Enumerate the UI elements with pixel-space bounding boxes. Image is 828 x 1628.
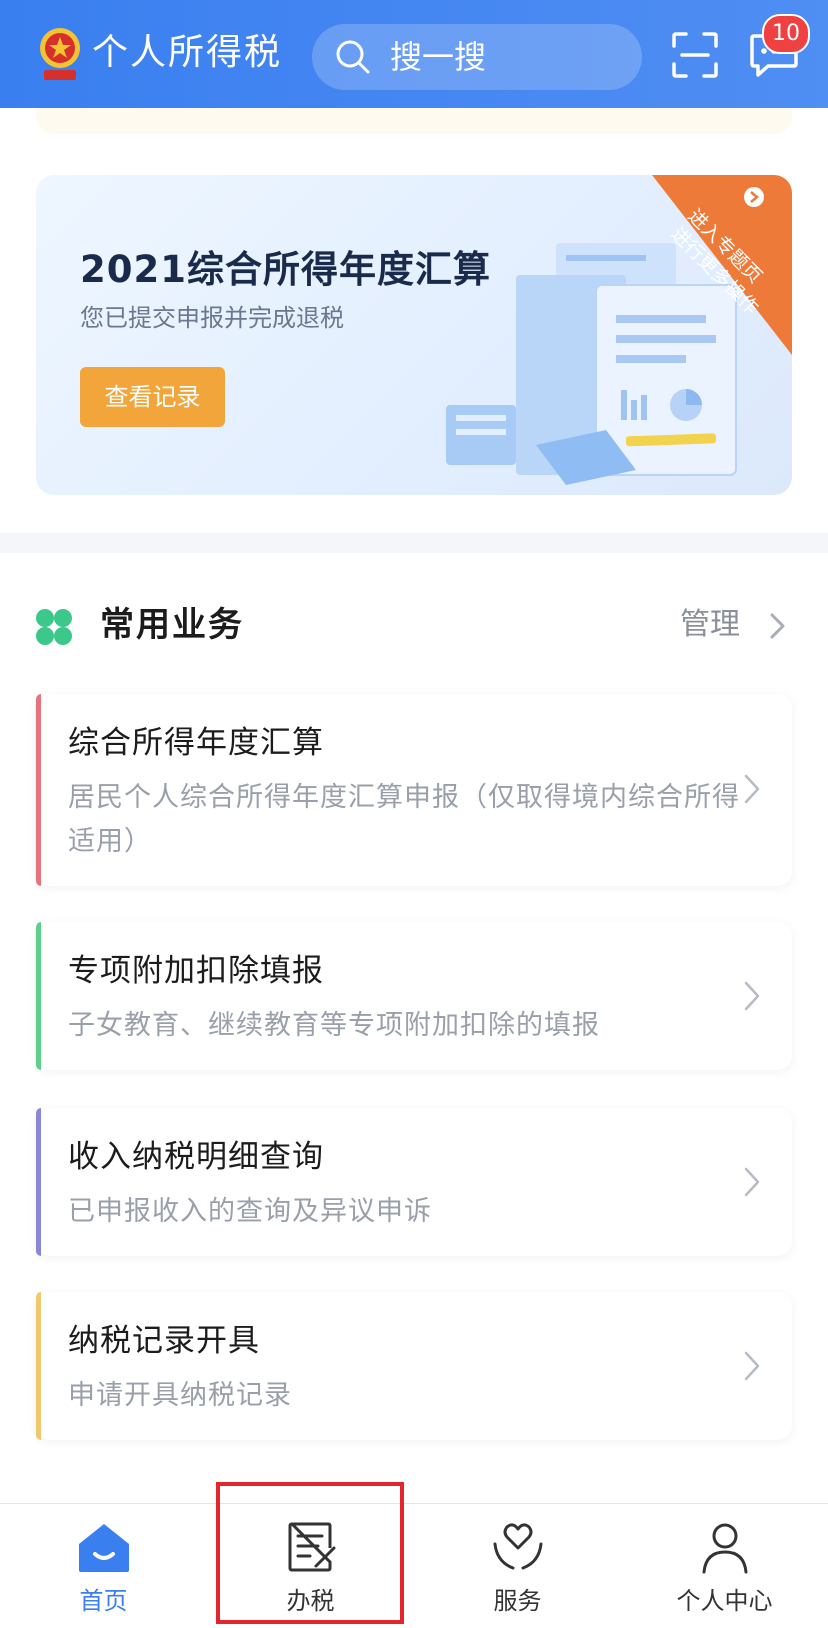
clover-icon [36, 609, 72, 645]
banner-subtitle: 您已提交申报并完成退税 [80, 304, 344, 332]
chevron-right-icon[interactable] [768, 612, 788, 640]
tab-services[interactable]: 服务 [414, 1504, 621, 1628]
service-card-annual-settlement[interactable]: 综合所得年度汇算 居民个人综合所得年度汇算申报（仅取得境内综合所得适用） [36, 694, 792, 886]
highlight-annotation-box [216, 1482, 404, 1624]
previous-card-edge [36, 108, 792, 134]
search-input[interactable]: 搜一搜 [312, 24, 642, 90]
search-icon [336, 40, 370, 74]
annual-settlement-banner[interactable]: 2021综合所得年度汇算 您已提交申报并完成退税 查看记录 进入专题页 进行更多… [36, 175, 792, 495]
section-title: 常用业务 [100, 605, 244, 645]
tab-label: 个人中心 [676, 1587, 773, 1615]
chevron-right-icon [744, 981, 760, 1011]
card-accent-bar [36, 694, 41, 886]
card-description: 申请开具纳税记录 [68, 1380, 292, 1411]
card-description: 已申报收入的查询及异议申诉 [68, 1196, 432, 1227]
view-records-button[interactable]: 查看记录 [80, 367, 225, 427]
chevron-right-icon [744, 774, 760, 804]
service-card-income-query[interactable]: 收入纳税明细查询 已申报收入的查询及异议申诉 [36, 1108, 792, 1256]
bottom-tab-bar: 首页 办税 服务 个人中心 [0, 1503, 828, 1628]
home-icon [79, 1524, 129, 1572]
card-accent-bar [36, 1108, 41, 1256]
scan-icon[interactable] [670, 30, 720, 80]
user-icon [702, 1523, 748, 1574]
heart-hands-icon [493, 1523, 543, 1570]
chevron-right-icon [744, 1167, 760, 1197]
tab-home[interactable]: 首页 [0, 1504, 207, 1628]
tab-label: 服务 [493, 1587, 542, 1615]
card-accent-bar [36, 922, 41, 1070]
card-description: 子女教育、继续教育等专项附加扣除的填报 [68, 1010, 600, 1041]
tax-emblem-icon [40, 28, 80, 80]
app-title: 个人所得税 [92, 32, 283, 73]
card-title: 专项附加扣除填报 [68, 953, 324, 989]
app-header: 个人所得税 搜一搜 10 [0, 0, 828, 108]
service-card-special-deduction[interactable]: 专项附加扣除填报 子女教育、继续教育等专项附加扣除的填报 [36, 922, 792, 1070]
tab-label: 首页 [79, 1587, 128, 1615]
chevron-right-icon [744, 1351, 760, 1381]
card-title: 综合所得年度汇算 [68, 725, 324, 761]
card-title: 收入纳税明细查询 [68, 1139, 324, 1175]
card-description: 居民个人综合所得年度汇算申报（仅取得境内综合所得适用） [68, 782, 740, 857]
tab-personal-center[interactable]: 个人中心 [621, 1504, 828, 1628]
card-accent-bar [36, 1292, 41, 1440]
service-card-tax-record[interactable]: 纳税记录开具 申请开具纳税记录 [36, 1292, 792, 1440]
manage-link[interactable]: 管理 [680, 601, 740, 649]
search-placeholder: 搜一搜 [390, 38, 487, 76]
card-title: 纳税记录开具 [68, 1323, 260, 1359]
message-count-badge: 10 [762, 14, 810, 54]
corner-ribbon[interactable]: 进入专题页 进行更多操作 [612, 175, 792, 355]
